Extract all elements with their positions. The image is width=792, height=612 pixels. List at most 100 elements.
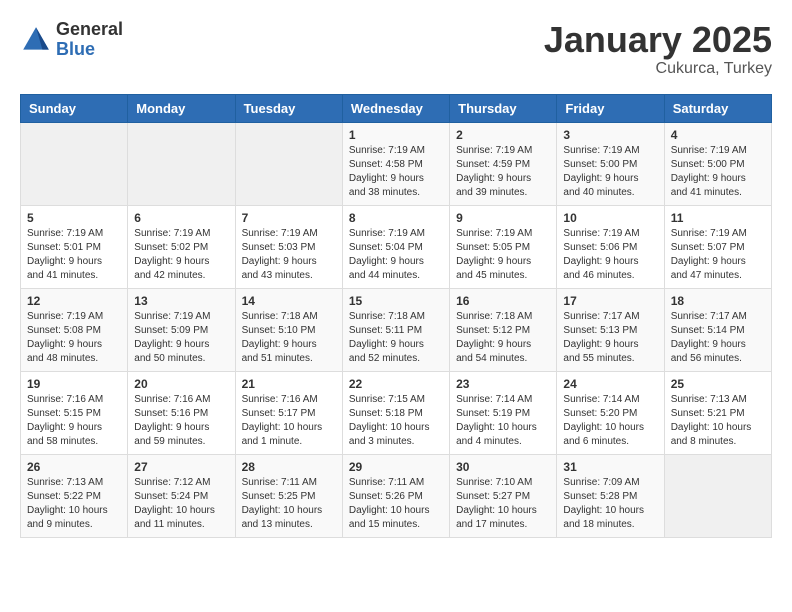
day-number: 17 bbox=[563, 294, 657, 308]
day-info: Sunrise: 7:19 AM Sunset: 5:01 PM Dayligh… bbox=[27, 227, 121, 283]
title-block: January 2025 Cukurca, Turkey bbox=[544, 20, 772, 78]
day-of-week-header: Tuesday bbox=[235, 94, 342, 122]
day-info: Sunrise: 7:09 AM Sunset: 5:28 PM Dayligh… bbox=[563, 476, 657, 532]
calendar-cell: 28Sunrise: 7:11 AM Sunset: 5:25 PM Dayli… bbox=[235, 454, 342, 537]
day-number: 3 bbox=[563, 128, 657, 142]
day-info: Sunrise: 7:11 AM Sunset: 5:25 PM Dayligh… bbox=[242, 476, 336, 532]
day-info: Sunrise: 7:19 AM Sunset: 5:04 PM Dayligh… bbox=[349, 227, 443, 283]
day-number: 10 bbox=[563, 211, 657, 225]
day-info: Sunrise: 7:19 AM Sunset: 4:58 PM Dayligh… bbox=[349, 144, 443, 200]
day-info: Sunrise: 7:19 AM Sunset: 5:00 PM Dayligh… bbox=[563, 144, 657, 200]
calendar-week-row: 19Sunrise: 7:16 AM Sunset: 5:15 PM Dayli… bbox=[21, 371, 772, 454]
day-number: 6 bbox=[134, 211, 228, 225]
calendar-week-row: 5Sunrise: 7:19 AM Sunset: 5:01 PM Daylig… bbox=[21, 205, 772, 288]
day-info: Sunrise: 7:19 AM Sunset: 5:02 PM Dayligh… bbox=[134, 227, 228, 283]
calendar-cell: 9 Sunrise: 7:19 AM Sunset: 5:05 PM Daylig… bbox=[450, 205, 557, 288]
logo-blue: Blue bbox=[56, 40, 123, 60]
page-header: General Blue January 2025 Cukurca, Turke… bbox=[20, 20, 772, 78]
calendar-cell bbox=[128, 122, 235, 205]
day-info: Sunrise: 7:14 AM Sunset: 5:20 PM Dayligh… bbox=[563, 393, 657, 449]
month-title: January 2025 bbox=[544, 20, 772, 60]
day-number: 15 bbox=[349, 294, 443, 308]
calendar-cell: 15 Sunrise: 7:18 AM Sunset: 5:11 PM Dayli… bbox=[342, 288, 449, 371]
day-info: Sunrise: 7:19 AM Sunset: 5:07 PM Dayligh… bbox=[671, 227, 765, 283]
calendar-cell: 1 Sunrise: 7:19 AM Sunset: 4:58 PM Daylig… bbox=[342, 122, 449, 205]
day-number: 23 bbox=[456, 377, 550, 391]
calendar-cell: 4 Sunrise: 7:19 AM Sunset: 5:00 PM Daylig… bbox=[664, 122, 771, 205]
day-info: Sunrise: 7:19 AM Sunset: 5:00 PM Dayligh… bbox=[671, 144, 765, 200]
logo-icon bbox=[20, 24, 52, 56]
calendar-cell: 5Sunrise: 7:19 AM Sunset: 5:01 PM Daylig… bbox=[21, 205, 128, 288]
calendar-cell: 2 Sunrise: 7:19 AM Sunset: 4:59 PM Daylig… bbox=[450, 122, 557, 205]
calendar-cell: 27 Sunrise: 7:12 AM Sunset: 5:24 PM Dayli… bbox=[128, 454, 235, 537]
day-info: Sunrise: 7:11 AM Sunset: 5:26 PM Dayligh… bbox=[349, 476, 443, 532]
logo: General Blue bbox=[20, 20, 123, 60]
day-number: 2 bbox=[456, 128, 550, 142]
day-number: 22 bbox=[349, 377, 443, 391]
calendar-cell: 25Sunrise: 7:13 AM Sunset: 5:21 PM Dayli… bbox=[664, 371, 771, 454]
calendar-cell: 22 Sunrise: 7:15 AM Sunset: 5:18 PM Dayli… bbox=[342, 371, 449, 454]
calendar-cell: 13Sunrise: 7:19 AM Sunset: 5:09 PM Dayli… bbox=[128, 288, 235, 371]
day-info: Sunrise: 7:15 AM Sunset: 5:18 PM Dayligh… bbox=[349, 393, 443, 449]
day-number: 20 bbox=[134, 377, 228, 391]
logo-general: General bbox=[56, 20, 123, 40]
day-info: Sunrise: 7:14 AM Sunset: 5:19 PM Dayligh… bbox=[456, 393, 550, 449]
day-number: 13 bbox=[134, 294, 228, 308]
calendar-cell bbox=[664, 454, 771, 537]
calendar-cell: 21 Sunrise: 7:16 AM Sunset: 5:17 PM Dayli… bbox=[235, 371, 342, 454]
calendar-cell: 29 Sunrise: 7:11 AM Sunset: 5:26 PM Dayli… bbox=[342, 454, 449, 537]
day-number: 8 bbox=[349, 211, 443, 225]
day-number: 14 bbox=[242, 294, 336, 308]
location: Cukurca, Turkey bbox=[544, 60, 772, 78]
calendar-cell: 12Sunrise: 7:19 AM Sunset: 5:08 PM Dayli… bbox=[21, 288, 128, 371]
day-number: 9 bbox=[456, 211, 550, 225]
calendar-week-row: 12Sunrise: 7:19 AM Sunset: 5:08 PM Dayli… bbox=[21, 288, 772, 371]
calendar-cell: 30 Sunrise: 7:10 AM Sunset: 5:27 PM Dayli… bbox=[450, 454, 557, 537]
day-info: Sunrise: 7:16 AM Sunset: 5:15 PM Dayligh… bbox=[27, 393, 121, 449]
day-info: Sunrise: 7:12 AM Sunset: 5:24 PM Dayligh… bbox=[134, 476, 228, 532]
day-info: Sunrise: 7:19 AM Sunset: 5:05 PM Dayligh… bbox=[456, 227, 550, 283]
day-info: Sunrise: 7:16 AM Sunset: 5:17 PM Dayligh… bbox=[242, 393, 336, 449]
day-number: 24 bbox=[563, 377, 657, 391]
day-of-week-header: Monday bbox=[128, 94, 235, 122]
calendar-cell: 8 Sunrise: 7:19 AM Sunset: 5:04 PM Daylig… bbox=[342, 205, 449, 288]
calendar-cell: 18Sunrise: 7:17 AM Sunset: 5:14 PM Dayli… bbox=[664, 288, 771, 371]
calendar-cell: 11 Sunrise: 7:19 AM Sunset: 5:07 PM Dayli… bbox=[664, 205, 771, 288]
day-info: Sunrise: 7:19 AM Sunset: 4:59 PM Dayligh… bbox=[456, 144, 550, 200]
day-number: 31 bbox=[563, 460, 657, 474]
day-number: 18 bbox=[671, 294, 765, 308]
day-info: Sunrise: 7:10 AM Sunset: 5:27 PM Dayligh… bbox=[456, 476, 550, 532]
day-number: 25 bbox=[671, 377, 765, 391]
calendar-cell: 10 Sunrise: 7:19 AM Sunset: 5:06 PM Dayli… bbox=[557, 205, 664, 288]
day-number: 11 bbox=[671, 211, 765, 225]
day-number: 4 bbox=[671, 128, 765, 142]
calendar-cell: 20 Sunrise: 7:16 AM Sunset: 5:16 PM Dayli… bbox=[128, 371, 235, 454]
day-info: Sunrise: 7:19 AM Sunset: 5:06 PM Dayligh… bbox=[563, 227, 657, 283]
calendar-cell: 31 Sunrise: 7:09 AM Sunset: 5:28 PM Dayli… bbox=[557, 454, 664, 537]
calendar-cell: 23 Sunrise: 7:14 AM Sunset: 5:19 PM Dayli… bbox=[450, 371, 557, 454]
day-number: 21 bbox=[242, 377, 336, 391]
day-info: Sunrise: 7:19 AM Sunset: 5:03 PM Dayligh… bbox=[242, 227, 336, 283]
calendar-cell: 7 Sunrise: 7:19 AM Sunset: 5:03 PM Daylig… bbox=[235, 205, 342, 288]
calendar-week-row: 1 Sunrise: 7:19 AM Sunset: 4:58 PM Daylig… bbox=[21, 122, 772, 205]
calendar-cell: 3 Sunrise: 7:19 AM Sunset: 5:00 PM Daylig… bbox=[557, 122, 664, 205]
day-number: 1 bbox=[349, 128, 443, 142]
day-info: Sunrise: 7:16 AM Sunset: 5:16 PM Dayligh… bbox=[134, 393, 228, 449]
day-number: 7 bbox=[242, 211, 336, 225]
calendar-cell: 17Sunrise: 7:17 AM Sunset: 5:13 PM Dayli… bbox=[557, 288, 664, 371]
day-number: 26 bbox=[27, 460, 121, 474]
calendar-cell: 14 Sunrise: 7:18 AM Sunset: 5:10 PM Dayli… bbox=[235, 288, 342, 371]
calendar-cell: 16Sunrise: 7:18 AM Sunset: 5:12 PM Dayli… bbox=[450, 288, 557, 371]
day-of-week-header: Sunday bbox=[21, 94, 128, 122]
day-number: 16 bbox=[456, 294, 550, 308]
calendar-header-row: SundayMondayTuesdayWednesdayThursdayFrid… bbox=[21, 94, 772, 122]
day-number: 29 bbox=[349, 460, 443, 474]
day-info: Sunrise: 7:18 AM Sunset: 5:10 PM Dayligh… bbox=[242, 310, 336, 366]
day-info: Sunrise: 7:18 AM Sunset: 5:11 PM Dayligh… bbox=[349, 310, 443, 366]
calendar-table: SundayMondayTuesdayWednesdayThursdayFrid… bbox=[20, 94, 772, 538]
day-number: 27 bbox=[134, 460, 228, 474]
calendar-cell: 26Sunrise: 7:13 AM Sunset: 5:22 PM Dayli… bbox=[21, 454, 128, 537]
day-info: Sunrise: 7:19 AM Sunset: 5:08 PM Dayligh… bbox=[27, 310, 121, 366]
day-of-week-header: Wednesday bbox=[342, 94, 449, 122]
day-number: 30 bbox=[456, 460, 550, 474]
